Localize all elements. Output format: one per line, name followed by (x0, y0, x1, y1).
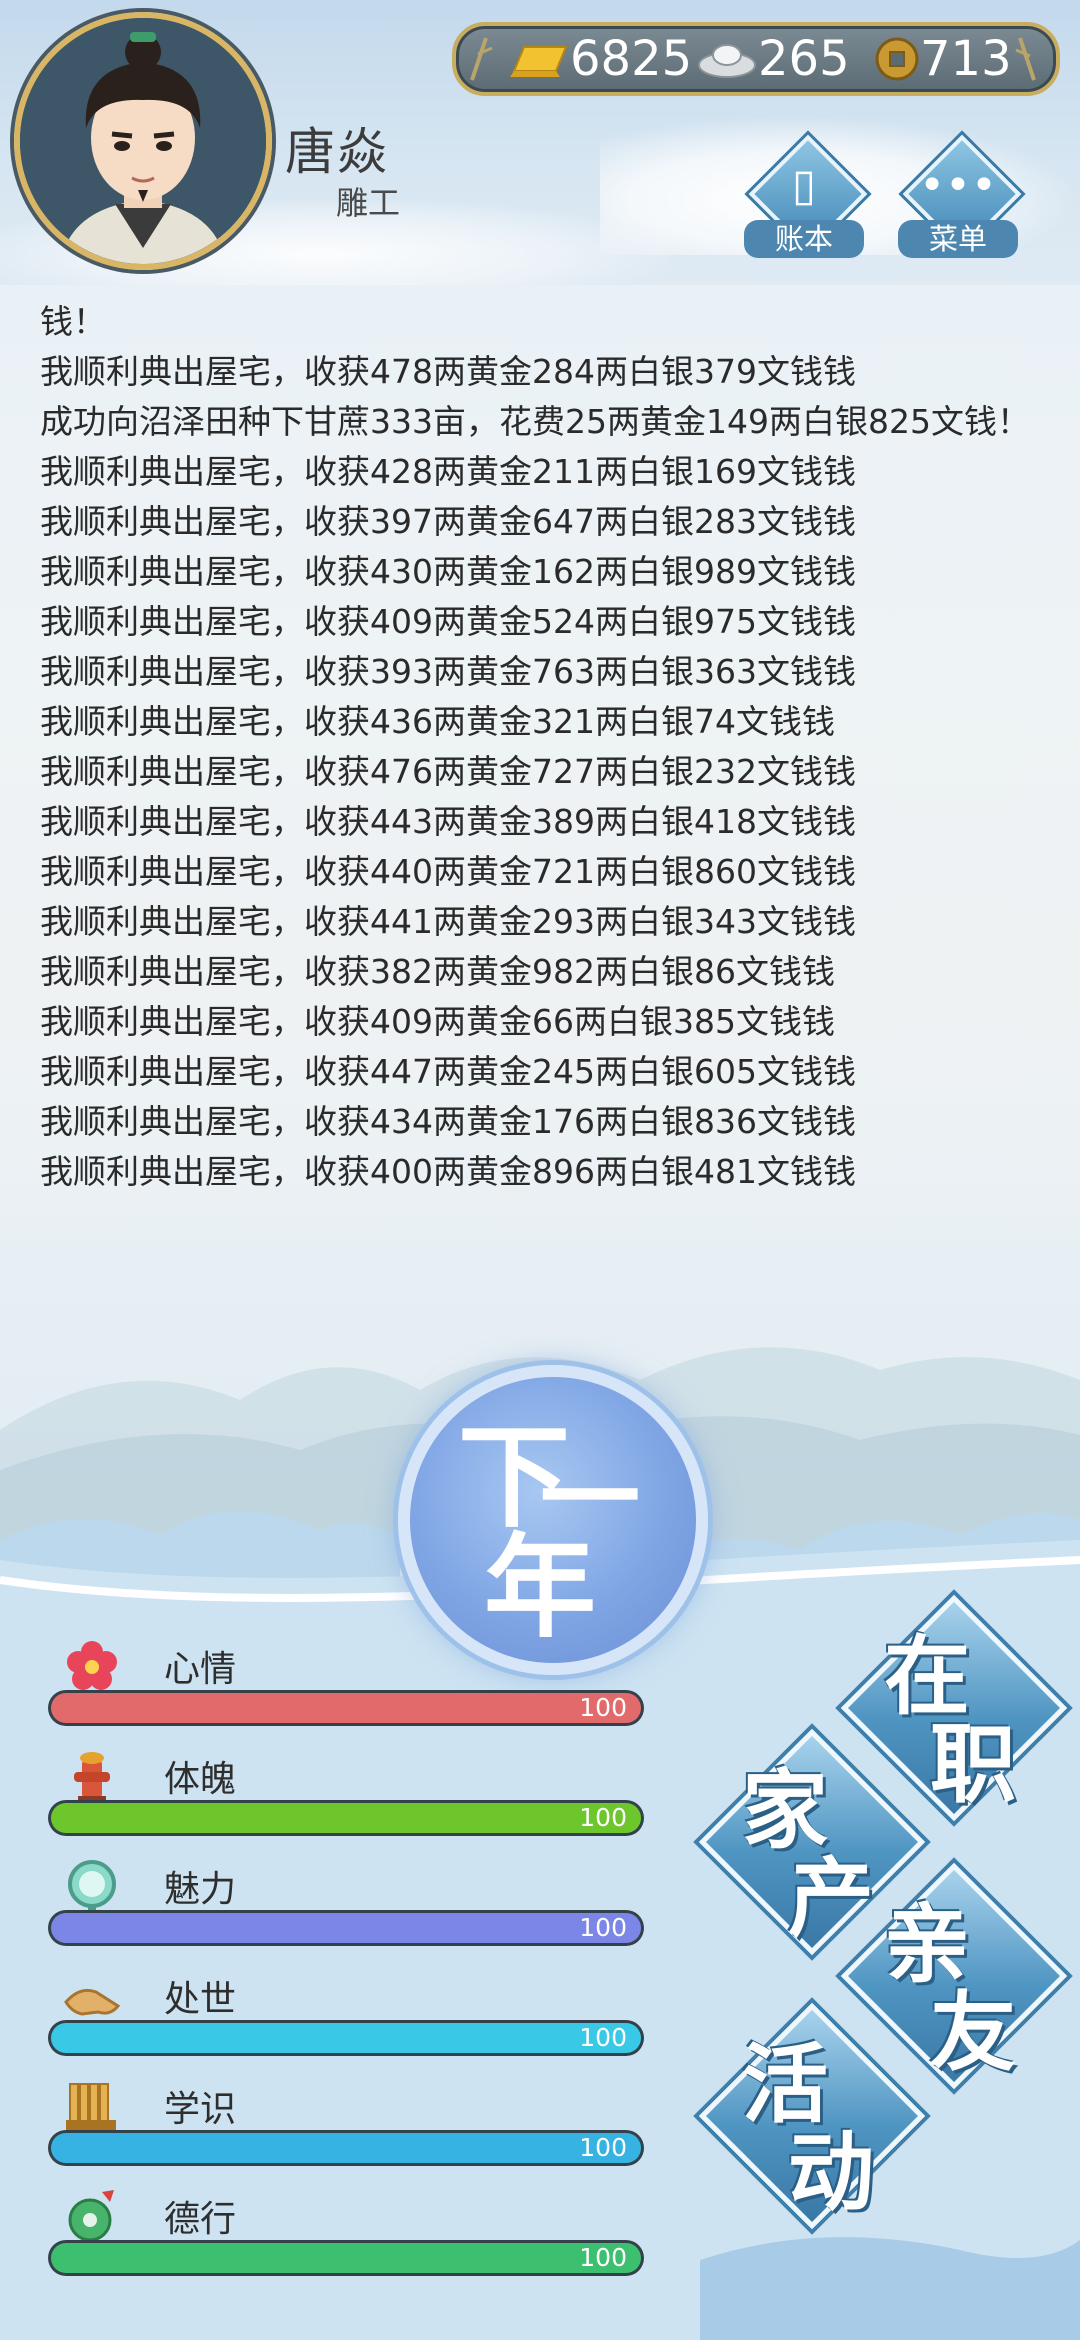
stat-bar: 100 (48, 1910, 644, 1946)
relatives-char-2: 友 (930, 1982, 1016, 2083)
stat-name: 处世 (164, 1979, 237, 2020)
stat-bar-fill: 100 (51, 2133, 641, 2163)
stat-bar-fill: 100 (51, 1913, 641, 1943)
log-entry: 我顺利典出屋宅，收获409两黄金524两白银975文钱钱 (40, 602, 856, 641)
stat-value: 100 (579, 1913, 627, 1942)
menu-label: 菜单 (898, 220, 1018, 258)
next-year-button[interactable]: 下 一 年 (398, 1365, 708, 1675)
log-entry: 我顺利典出屋宅，收获430两黄金162两白银989文钱钱 (40, 552, 856, 591)
activity-char-2: 动 (788, 2122, 874, 2223)
stat-row: 心情 100 (48, 1636, 648, 1736)
flower-icon (62, 1636, 122, 1696)
silver-value: 265 (758, 31, 850, 87)
stat-name: 心情 (164, 1649, 237, 1690)
copper-counter: 713 (874, 31, 1012, 87)
gold-value: 6825 (570, 31, 693, 87)
stat-value: 100 (579, 2133, 627, 2162)
career-char-2: 职 (930, 1714, 1016, 1815)
log-entry: 我顺利典出屋宅，收获428两黄金211两白银169文钱钱 (40, 452, 856, 491)
stat-bar: 100 (48, 2020, 644, 2056)
copper-value: 713 (920, 31, 1012, 87)
stat-bar-fill: 100 (51, 2243, 641, 2273)
log-entry: 我顺利典出屋宅，收获476两黄金727两白银232文钱钱 (40, 752, 856, 791)
ledger-label: 账本 (744, 220, 864, 258)
gold-counter: 6825 (508, 31, 693, 87)
stat-row: 学识 100 (48, 2076, 648, 2176)
bamboo-scroll-icon (62, 2076, 122, 2136)
menu-button[interactable]: ••• 菜单 (898, 134, 1022, 258)
log-entry: 我顺利典出屋宅，收获441两黄金293两白银343文钱钱 (40, 902, 856, 941)
mirror-icon (62, 1856, 122, 1916)
log-entry: 我顺利典出屋宅，收获397两黄金647两白银283文钱钱 (40, 502, 856, 541)
log-entry: 钱！ (40, 302, 106, 341)
log-entry: 我顺利典出屋宅，收获382两黄金982两白银86文钱钱 (40, 952, 835, 991)
bamboo-icon (1015, 37, 1036, 81)
stat-name: 学识 (164, 2089, 237, 2130)
event-log-list: 钱！ 我顺利典出屋宅，收获478两黄金284两白银379文钱钱成功向沼泽田种下甘蔗… (40, 297, 1040, 1197)
log-entry: 我顺利典出屋宅，收获393两黄金763两白银363文钱钱 (40, 652, 856, 691)
stat-bar: 100 (48, 2240, 644, 2276)
ledger-button[interactable]: ▯ 账本 (744, 134, 868, 258)
stat-row: 魅力 100 (48, 1856, 648, 1956)
stat-bar-fill: 100 (51, 1693, 641, 1723)
silver-counter: 265 (696, 31, 850, 87)
stat-row: 处世 100 (48, 1966, 648, 2066)
stat-bar: 100 (48, 1800, 644, 1836)
silver-ingot-icon (698, 44, 756, 78)
stat-bar-fill: 100 (51, 1803, 641, 1833)
character-portrait-icon (20, 18, 266, 264)
stat-row: 德行 100 (48, 2186, 648, 2286)
log-entry: 我顺利典出屋宅，收获443两黄金389两白银418文钱钱 (40, 802, 856, 841)
log-entry: 我顺利典出屋宅，收获434两黄金176两白银836文钱钱 (40, 1102, 856, 1141)
stat-bar: 100 (48, 2130, 644, 2166)
log-entry: 我顺利典出屋宅，收获440两黄金721两白银860文钱钱 (40, 852, 856, 891)
stat-value: 100 (579, 2243, 627, 2272)
log-entry: 我顺利典出屋宅，收获409两黄金66两白银385文钱钱 (40, 1002, 835, 1041)
jade-icon (62, 2186, 122, 2246)
stat-name: 德行 (164, 2199, 237, 2240)
activity-button[interactable]: 活 动 (698, 2002, 926, 2230)
stat-bar: 100 (48, 1690, 644, 1726)
stat-value: 100 (579, 2023, 627, 2052)
log-entry: 我顺利典出屋宅，收获478两黄金284两白银379文钱钱 (40, 352, 856, 391)
stat-name: 魅力 (164, 1869, 237, 1910)
log-entry: 我顺利典出屋宅，收获436两黄金321两白银74文钱钱 (40, 702, 835, 741)
stat-value: 100 (579, 1803, 627, 1832)
log-entry: 成功向沼泽田种下甘蔗333亩，花费25两黄金149两白银825文钱！ (40, 402, 1030, 441)
bamboo-icon (470, 37, 493, 81)
stat-bar-fill: 100 (51, 2023, 641, 2053)
stat-value: 100 (579, 1693, 627, 1722)
fire-hydrant-icon (62, 1746, 122, 1806)
event-log-panel[interactable]: 钱！ 我顺利典出屋宅，收获478两黄金284两白银379文钱钱成功向沼泽田种下甘蔗… (0, 285, 1080, 1255)
gold-bar-icon (510, 46, 568, 77)
more-dots-icon: ••• (919, 160, 997, 211)
handshake-icon (62, 1966, 122, 2026)
log-entry: 我顺利典出屋宅，收获447两黄金245两白银605文钱钱 (40, 1052, 856, 1091)
log-entry: 我顺利典出屋宅，收获400两黄金896两白银481文钱钱 (40, 1152, 856, 1191)
copper-coin-icon (875, 37, 919, 81)
stat-row: 体魄 100 (48, 1746, 648, 1846)
player-name: 唐焱 (285, 123, 389, 181)
player-job: 雕工 (336, 184, 401, 222)
book-icon: ▯ (791, 160, 817, 211)
next-year-char-3: 年 (484, 1522, 596, 1653)
stat-name: 体魄 (164, 1759, 237, 1800)
currency-bar: 6825 265 713 (452, 22, 1060, 96)
player-avatar[interactable] (14, 12, 272, 270)
